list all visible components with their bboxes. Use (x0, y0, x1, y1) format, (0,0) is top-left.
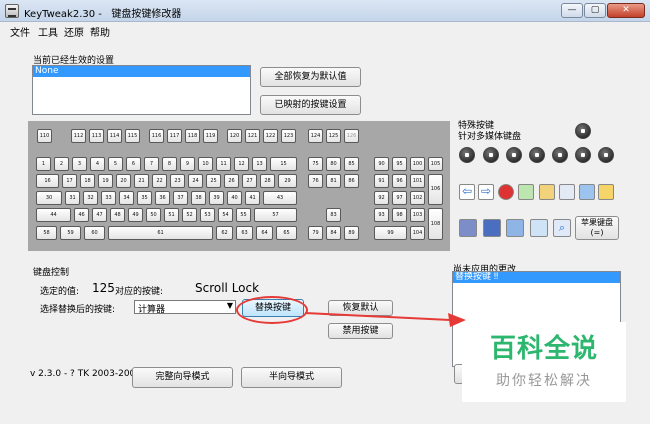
watermark-subtitle: 助你轻松解决 (496, 373, 592, 389)
watermark: 百科全说 助你轻松解决 (462, 322, 626, 402)
watermark-title: 百科全说 (489, 334, 598, 364)
